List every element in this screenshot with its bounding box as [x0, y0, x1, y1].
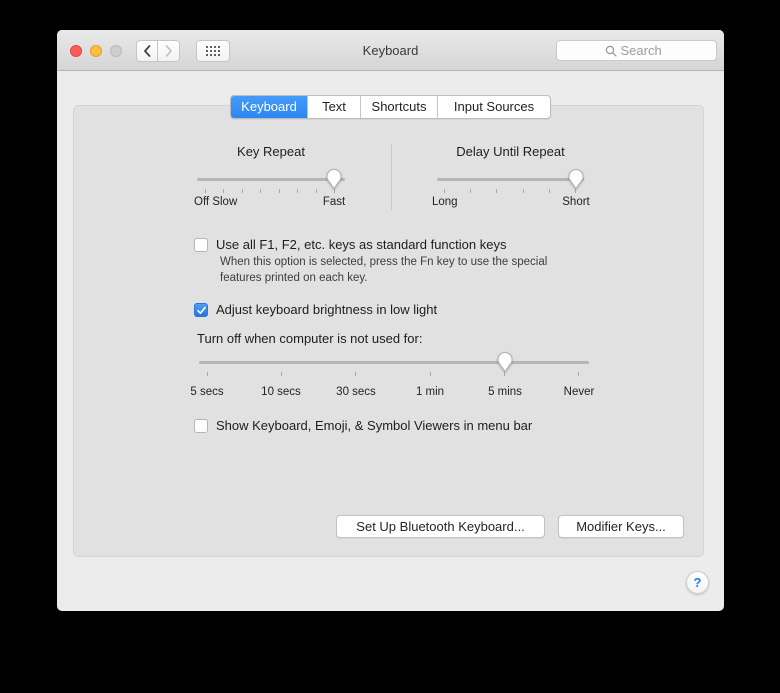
tab-text[interactable]: Text — [308, 96, 361, 118]
turnoff-ticks — [207, 372, 579, 376]
turnoff-option-never: Never — [563, 386, 595, 398]
delay-max-label: Short — [562, 196, 590, 208]
delay-slider[interactable] — [437, 178, 584, 181]
brightness-checkbox[interactable] — [194, 303, 208, 317]
key-repeat-max-label: Fast — [322, 196, 346, 208]
screenshot-canvas: Keyboard Keyboard Text Shortcuts Input S… — [0, 0, 780, 693]
delay-slider-thumb[interactable] — [568, 169, 584, 190]
key-repeat-slider-thumb[interactable] — [326, 169, 342, 190]
tab-keyboard[interactable]: Keyboard — [231, 96, 308, 118]
viewers-checkbox[interactable] — [194, 419, 208, 433]
turnoff-option-10secs: 10 secs — [261, 386, 301, 398]
setup-bluetooth-keyboard-button[interactable]: Set Up Bluetooth Keyboard... — [336, 515, 545, 538]
slider-divider — [391, 144, 392, 210]
tab-shortcuts[interactable]: Shortcuts — [361, 96, 438, 118]
key-repeat-ticks — [205, 189, 335, 193]
fn-keys-checkbox[interactable] — [194, 238, 208, 252]
fn-keys-description-line2: features printed on each key. — [220, 272, 368, 284]
key-repeat-slider[interactable] — [197, 178, 345, 181]
title-bar[interactable]: Keyboard — [57, 30, 724, 71]
key-repeat-min-label: Off Slow — [194, 196, 238, 208]
fn-keys-checkbox-label: Use all F1, F2, etc. keys as standard fu… — [216, 237, 507, 252]
viewers-checkbox-label: Show Keyboard, Emoji, & Symbol Viewers i… — [216, 418, 533, 433]
brightness-checkbox-label: Adjust keyboard brightness in low light — [216, 302, 438, 317]
tab-content-panel: Key Repeat Off Slow Fast Delay Until Rep… — [73, 105, 704, 557]
help-button[interactable]: ? — [686, 571, 709, 594]
delay-ticks — [444, 189, 576, 193]
turnoff-slider-thumb[interactable] — [497, 352, 513, 373]
turnoff-label: Turn off when computer is not used for: — [197, 331, 423, 346]
delay-min-label: Long — [432, 196, 458, 208]
search-input[interactable] — [620, 43, 669, 58]
turnoff-slider[interactable] — [199, 361, 589, 364]
turnoff-option-1min: 1 min — [415, 386, 445, 398]
turnoff-option-30secs: 30 secs — [336, 386, 376, 398]
preferences-window: Keyboard Keyboard Text Shortcuts Input S… — [57, 30, 724, 611]
search-field[interactable] — [556, 40, 717, 61]
modifier-keys-button[interactable]: Modifier Keys... — [558, 515, 684, 538]
checkmark-icon — [197, 306, 206, 315]
fn-keys-description-line1: When this option is selected, press the … — [220, 256, 548, 268]
turnoff-option-5secs: 5 secs — [190, 386, 224, 398]
search-icon — [605, 45, 617, 57]
key-repeat-title: Key Repeat — [237, 144, 305, 159]
delay-title: Delay Until Repeat — [456, 144, 565, 159]
tab-input-sources[interactable]: Input Sources — [438, 96, 550, 118]
tab-bar: Keyboard Text Shortcuts Input Sources — [230, 95, 551, 119]
turnoff-option-5mins: 5 mins — [488, 386, 522, 398]
